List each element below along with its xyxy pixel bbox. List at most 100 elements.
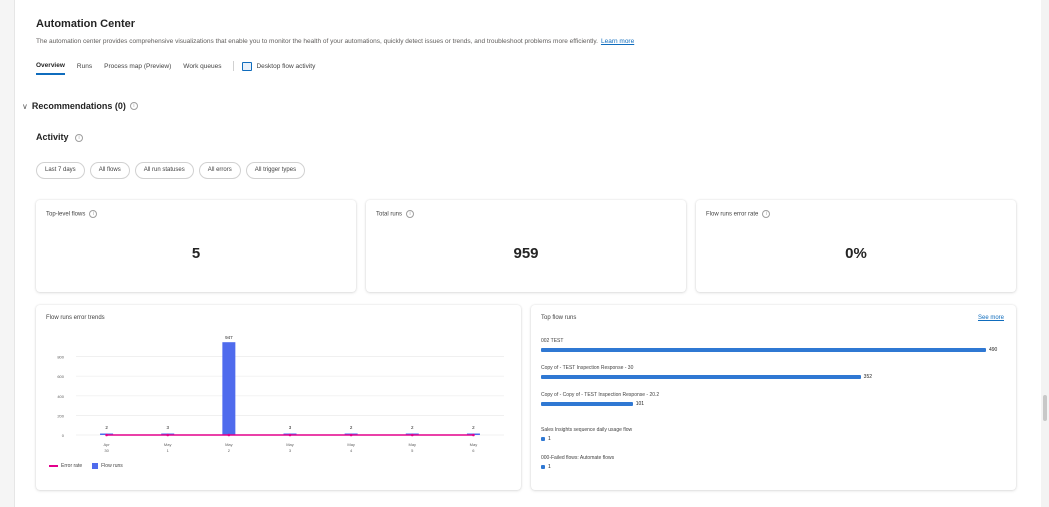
kpi-value: 0% [845,245,867,262]
flow-name: Copy of - TEST Inspection Response - 30 [541,365,634,371]
flow-bar-row: 1 [541,464,1003,472]
flow-name: 000-Failed flows: Automate flows [541,455,615,461]
recommendations-label: Recommendations (0) [31,101,126,111]
kpi-card-top-level-flows: Top-level flows i 5 [36,200,356,292]
chevron-down-icon[interactable]: ∨ [22,102,28,111]
description-text: The automation center provides comprehen… [36,38,598,45]
flow-name: 002 TEST [541,338,564,344]
tab-runs[interactable]: Runs [77,63,92,74]
error-rate-point [349,433,353,437]
info-icon[interactable]: i [406,210,415,218]
tab-overview[interactable]: Overview [36,62,65,75]
data-label: 2 [105,425,108,430]
flow-bar-row: 352 [541,374,1003,382]
flow-run-item: Copy of - Copy of - TEST Inspection Resp… [541,392,1003,409]
filter-date-range[interactable]: Last 7 days [36,162,85,179]
flow-run-item: 002 TEST 490 [541,338,1003,355]
x-tick-label: 3 [289,448,292,453]
flow-run-bar [541,348,986,352]
x-tick-label: 4 [350,448,353,453]
flow-run-bar [541,402,633,406]
x-tick-label: May [286,442,294,447]
legend-bar-swatch [92,463,99,469]
x-tick-label: May [470,442,478,447]
x-tick-label: May [225,442,233,447]
data-label: 947 [225,335,233,340]
flow-run-count: 490 [989,347,998,353]
flow-bar-row: 490 [541,347,1003,355]
error-rate-point [166,433,170,437]
tab-work-queues[interactable]: Work queues [183,63,221,74]
x-tick-label: 5 [411,448,414,453]
legend-error-rate: Error rate [61,463,83,469]
flow-run-count: 352 [863,374,873,380]
filter-errors[interactable]: All errors [198,162,241,179]
filter-trigger-types[interactable]: All trigger types [245,162,306,179]
recommendations-header[interactable]: ∨ Recommendations (0) i [22,101,138,111]
kpi-label-text: Total runs [376,211,403,218]
y-tick-label: 400 [57,394,64,399]
desktop-icon [242,61,253,71]
y-tick-label: 200 [57,413,64,418]
flow-run-item: Sales Insights sequence daily usage flow… [541,427,1003,444]
x-tick-label: 30 [104,448,109,453]
bar [222,342,236,435]
tab-process-map[interactable]: Process map (Preview) [104,63,171,74]
learn-more-link[interactable]: Learn more [601,38,634,45]
x-tick-label: 2 [228,448,231,453]
info-icon[interactable]: i [129,102,138,110]
automation-center-page: Automation Center The automation center … [22,0,1026,507]
x-tick-label: Apr [103,442,110,447]
tab-bar: Overview Runs Process map (Preview) Work… [36,61,327,75]
data-label: 2 [472,425,475,430]
page-title: Automation Center [36,18,135,30]
error-rate-point [472,433,475,437]
x-tick-label: May [409,442,417,447]
data-label: 3 [289,425,292,430]
kpi-value: 959 [513,245,539,262]
flow-run-item: 000-Failed flows: Automate flows 1 [541,455,1003,472]
y-tick-label: 800 [57,355,64,360]
filter-run-status[interactable]: All run statuses [134,162,194,179]
kpi-label: Total runs i [376,210,415,218]
chart-legend: Error rate Flow runs [49,463,123,469]
flow-bar-row: 101 [541,401,1003,409]
error-trends-card: Flow runs error trends 0 200 400 600 800 2 Apr… [36,305,521,490]
flow-run-count: 1 [548,436,551,442]
info-icon[interactable]: i [75,133,84,142]
activity-heading: Activity i [36,132,84,142]
flow-run-count: 1 [548,464,551,470]
flow-run-count: 101 [635,401,645,407]
flow-run-bar [541,465,545,469]
x-tick-label: May [347,442,355,447]
filter-bar: Last 7 days All flows All run statuses A… [36,162,310,179]
desktop-tab-label: Desktop flow activity [256,62,316,70]
flow-run-bar [541,375,861,379]
tab-divider [233,61,235,71]
flow-bar-row: 1 [541,436,1003,444]
scrollbar-thumb[interactable] [1043,395,1047,421]
tab-desktop-flow-activity[interactable]: Desktop flow activity [242,61,316,75]
info-icon[interactable]: i [89,210,98,218]
error-rate-point [227,433,231,437]
flow-name: Copy of - Copy of - TEST Inspection Resp… [541,392,660,398]
chart-title: Top flow runs [541,315,577,321]
legend-line-swatch [49,465,58,467]
data-label: 2 [350,425,353,430]
activity-label: Activity [36,132,69,142]
filter-flows[interactable]: All flows [89,162,130,179]
kpi-label-text: Top-level flows [46,211,86,218]
kpi-card-error-rate: Flow runs error rate i 0% [696,200,1016,292]
x-tick-label: 1 [167,448,170,453]
kpi-label: Top-level flows i [46,210,98,218]
error-rate-point [105,433,108,437]
left-rail [0,0,15,507]
scrollbar[interactable] [1041,0,1049,507]
flow-run-item: Copy of - TEST Inspection Response - 30 3… [541,365,1003,382]
flow-run-bar [541,437,545,441]
info-icon[interactable]: i [762,210,771,218]
error-trends-chart: 02004006008002Apr303May1947May23May32May… [57,335,504,453]
x-tick-label: 6 [472,448,475,453]
see-more-link[interactable]: See more [978,315,1004,321]
kpi-label: Flow runs error rate i [706,210,771,218]
